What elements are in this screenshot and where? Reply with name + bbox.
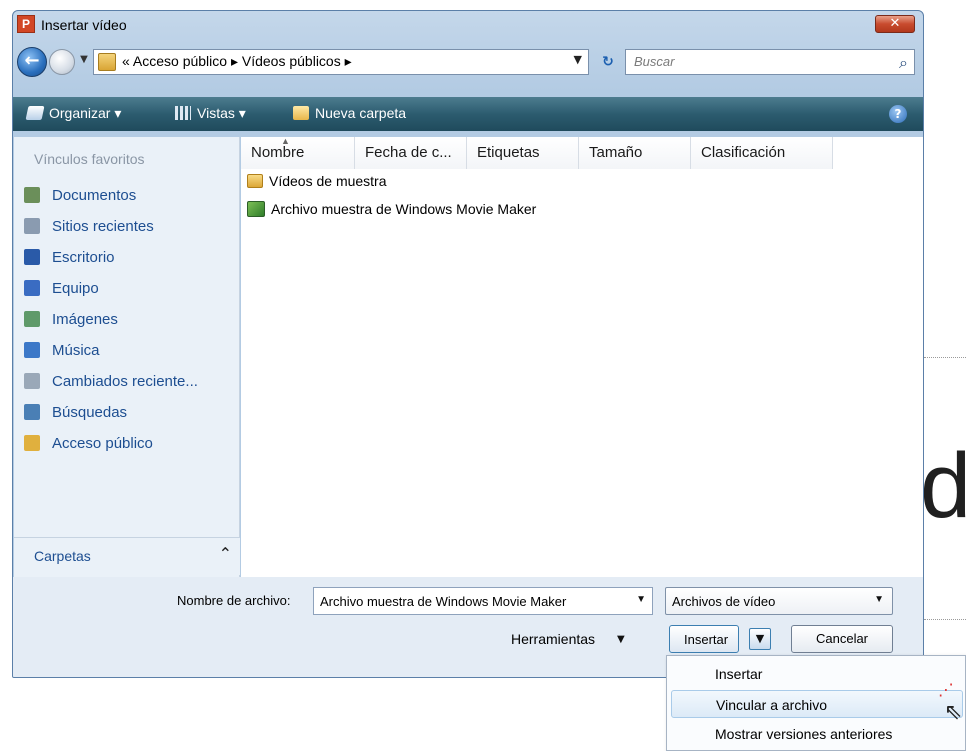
pictures-icon [24,311,40,327]
chevron-down-icon[interactable]: ▼ [874,594,884,605]
column-label: Nombre [251,144,305,161]
recent-pages-dropdown[interactable]: ▼ [77,53,91,67]
favorite-links-header: Vínculos favoritos [34,151,145,167]
column-label: Fecha de c... [365,144,452,161]
insert-button[interactable]: Insertar [669,625,739,653]
public-folder-icon [24,435,40,451]
powerpoint-icon: P [17,15,35,33]
column-label: Etiquetas [477,144,540,161]
back-button[interactable]: ← [17,47,47,77]
views-menu[interactable]: Vistas ▾ [175,105,246,122]
sidebar-item-label: Música [52,342,100,359]
chevron-down-icon[interactable]: ▼ [636,594,646,605]
file-name: Archivo muestra de Windows Movie Maker [271,201,537,217]
dialog-title: Insertar vídeo [41,17,127,33]
slide-placeholder-border-bottom [924,619,966,620]
filename-field[interactable]: Archivo muestra de Windows Movie Maker ▼ [313,587,653,615]
mouse-cursor-icon: ⇖ [944,700,963,725]
chevron-up-icon[interactable]: ⌃ [219,544,232,563]
sidebar-item-busquedas[interactable]: Búsquedas [24,404,234,428]
click-indicator-icon: ⋰ [938,680,954,699]
new-folder-label: Nueva carpeta [315,105,407,121]
views-icon [175,106,191,120]
cancel-button[interactable]: Cancelar [791,625,893,653]
sidebar-item-label: Cambiados reciente... [52,373,198,390]
search-placeholder: Buscar [634,54,675,69]
column-label: Clasificación [701,144,786,161]
close-button[interactable]: ✕ [875,15,915,33]
column-header-clasificacion[interactable]: Clasificación [691,137,833,169]
insert-options-menu: Insertar Vincular a archivo Mostrar vers… [666,655,966,751]
organize-label: Organizar ▾ [49,105,122,121]
sidebar-item-acceso-publico[interactable]: Acceso público [24,435,234,459]
search-icon[interactable]: ⌕ [899,53,908,73]
computer-icon [24,280,40,296]
filetype-value: Archivos de vídeo [672,594,776,609]
column-header-etiquetas[interactable]: Etiquetas [467,137,579,169]
organize-menu[interactable]: Organizar ▾ [25,105,122,122]
filename-label: Nombre de archivo: [177,593,291,608]
new-folder-icon [293,106,309,120]
views-label: Vistas ▾ [197,105,246,121]
sidebar-item-label: Documentos [52,187,137,204]
folder-icon [98,53,116,71]
recently-changed-icon [24,373,40,389]
menu-item-mostrar-versiones-anteriores[interactable]: Mostrar versiones anteriores [671,720,963,748]
movie-file-icon [247,201,265,217]
sidebar-item-equipo[interactable]: Equipo [24,280,234,304]
music-icon [24,342,40,358]
help-icon[interactable]: ? [889,105,907,123]
insert-options-dropdown[interactable]: ▼ [749,628,771,650]
address-row: ← ▼ « Acceso público ▸ Vídeos públicos ▸… [13,43,923,83]
sidebar-item-cambiados-recientemente[interactable]: Cambiados reciente... [24,373,234,397]
desktop-icon [24,249,40,265]
search-input[interactable]: Buscar ⌕ [625,49,915,75]
folder-icon [247,174,263,188]
sidebar-item-label: Búsquedas [52,404,128,421]
address-bar[interactable]: « Acceso público ▸ Vídeos públicos ▸ ▼ [93,49,589,75]
sidebar-item-label: Equipo [52,280,99,297]
list-item[interactable]: Vídeos de muestra [247,173,387,197]
searches-icon [24,404,40,420]
sidebar-item-imagenes[interactable]: Imágenes [24,311,234,335]
menu-item-insertar[interactable]: Insertar [671,660,963,688]
sidebar-item-documentos[interactable]: Documentos [24,187,234,211]
column-label: Tamaño [589,144,643,161]
slide-placeholder-border-top [924,357,966,358]
filetype-select[interactable]: Archivos de vídeo ▼ [665,587,893,615]
sidebar-item-label: Escritorio [52,249,115,266]
refresh-button[interactable]: ↻ [595,51,621,75]
sidebar-item-escritorio[interactable]: Escritorio [24,249,234,273]
sidebar-item-label: Acceso público [52,435,153,452]
sidebar-item-musica[interactable]: Música [24,342,234,366]
sidebar-item-label: Imágenes [52,311,118,328]
chevron-down-icon[interactable]: ▼ [617,634,625,645]
slide-text-fragment: d [920,435,966,537]
command-toolbar: Organizar ▾ Vistas ▾ Nueva carpeta ? [13,97,923,131]
column-header-fecha[interactable]: Fecha de c... [355,137,467,169]
file-list: ▲ Nombre Fecha de c... Etiquetas Tamaño … [241,136,923,577]
breadcrumb[interactable]: « Acceso público ▸ Vídeos públicos ▸ [122,53,352,70]
sidebar-item-sitios-recientes[interactable]: Sitios recientes [24,218,234,242]
file-name: Vídeos de muestra [269,173,387,189]
sidebar-item-label: Sitios recientes [52,218,154,235]
new-folder-button[interactable]: Nueva carpeta [293,105,406,121]
filename-value: Archivo muestra de Windows Movie Maker [320,594,567,609]
sort-arrow-icon: ▲ [281,136,290,146]
folders-label: Carpetas [34,548,91,564]
tools-menu[interactable]: Herramientas [511,631,595,647]
recent-places-icon [24,218,40,234]
title-bar: P Insertar vídeo ✕ [13,11,923,43]
organize-icon [25,106,45,120]
chevron-down-icon[interactable]: ▼ [574,53,582,66]
folders-toggle[interactable]: Carpetas ⌃ [14,537,240,575]
column-header-nombre[interactable]: ▲ Nombre [241,136,355,169]
navigation-pane: Vínculos favoritos Documentos Sitios rec… [14,137,240,577]
list-item[interactable]: Archivo muestra de Windows Movie Maker [247,201,536,225]
forward-button[interactable] [49,49,75,75]
documents-icon [24,187,40,203]
insert-video-dialog: P Insertar vídeo ✕ ← ▼ « Acceso público … [12,10,924,678]
column-header-tamano[interactable]: Tamaño [579,137,691,169]
menu-item-vincular-a-archivo[interactable]: Vincular a archivo [671,690,963,718]
